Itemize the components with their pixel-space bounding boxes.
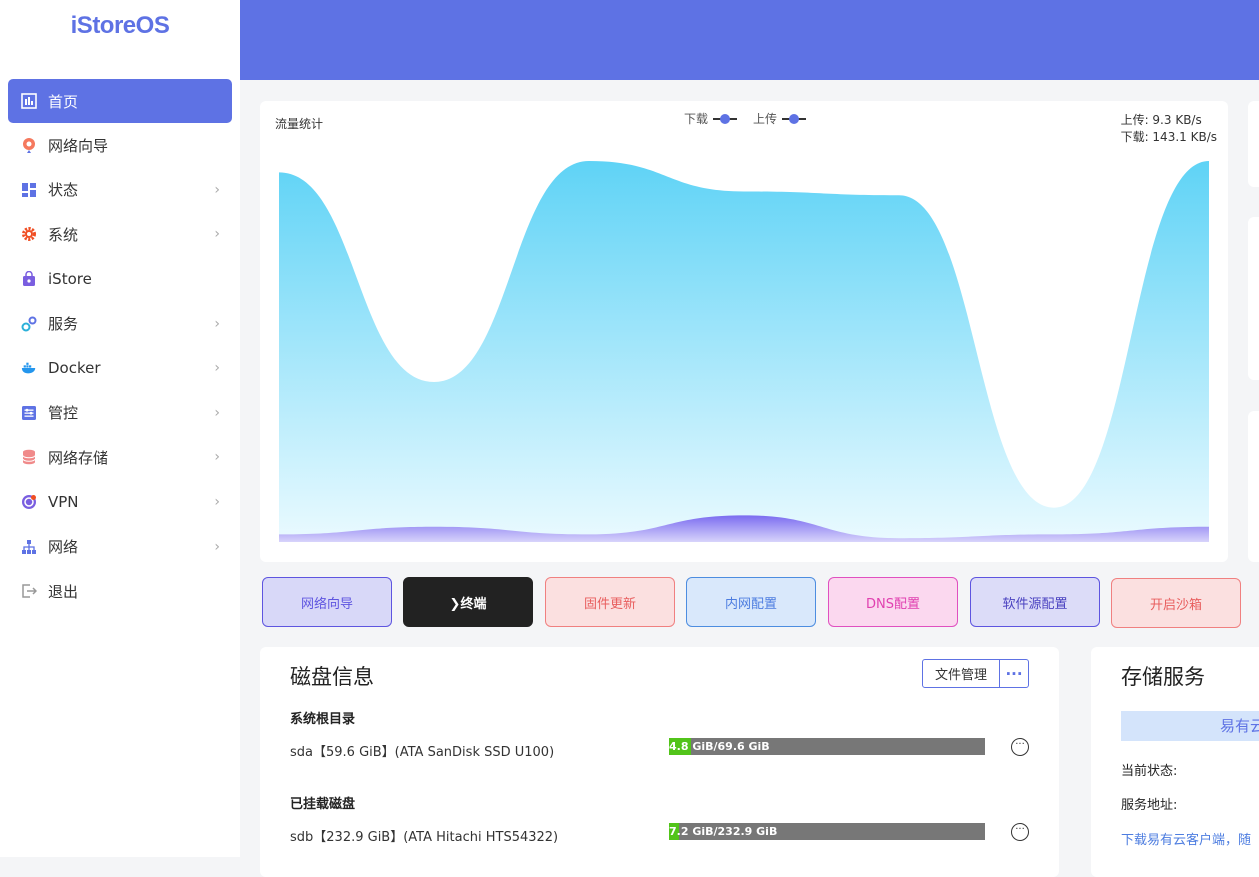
storage-title: 存储服务 [1121,665,1205,689]
services-icon [21,316,37,332]
logout-icon [21,583,37,599]
side-card-3 [1248,411,1259,562]
quick-action-button[interactable]: 网络向导 [262,577,392,627]
storage-db-icon [21,449,37,465]
chevron-right-icon: › [214,538,220,555]
download-area [279,161,1209,542]
traffic-chart [279,161,1209,542]
dashboard-icon [21,93,37,109]
chevron-right-icon: › [214,494,220,511]
sidebar-nav: 首页网络向导状态 › 系统 › iStore 服务 › Docker › 管控 › 网络存储 › VPN ›… [8,79,232,614]
sidebar-item[interactable]: 管控 › [8,391,232,436]
status-grid-icon [21,182,37,198]
vpn-icon [21,494,37,510]
sidebar-item[interactable]: 状态 › [8,168,232,213]
disk-usage-bar: 7.2 GiB/232.9 GiB [669,823,985,840]
disk-row-menu-button[interactable]: ··· [1011,738,1029,756]
sidebar-item-label: 退出 [48,582,79,601]
quick-action-button[interactable]: DNS配置 [828,577,958,627]
sidebar-item-label: 状态 [48,181,79,200]
quick-action-button[interactable]: 固件更新 [545,577,675,627]
sidebar-item-label: 网络向导 [48,136,109,155]
network-tree-icon [21,539,37,555]
storage-service-banner[interactable]: 易有云 [1121,711,1259,741]
quick-action-button[interactable]: 软件源配置 [970,577,1100,627]
sidebar: iStoreOS 首页网络向导状态 › 系统 › iStore 服务 › Docker › 管控 ›… [0,0,240,857]
chevron-right-icon: › [214,226,220,243]
disk-row-name: sda【59.6 GiB】(ATA SanDisk SSD U100) [290,745,555,760]
sidebar-item-label: 服务 [48,315,79,334]
traffic-card: 流量统计 下载 上传 上传: 9.3 KB/s 下载: 143.1 KB/s [260,101,1228,562]
gear-icon [21,226,37,242]
chevron-right-icon: › [214,360,220,377]
disk-card: 磁盘信息 文件管理 ··· 系统根目录 sda【59.6 GiB】(ATA Sa… [260,647,1059,877]
chevron-right-icon: › [214,449,220,466]
disk-usage-bar: 4.8 GiB/69.6 GiB [669,738,985,755]
quick-action-button[interactable]: ❯终端 [403,577,533,627]
sidebar-item-label: 管控 [48,404,79,423]
sidebar-item-label: 系统 [48,225,79,244]
quick-action-button[interactable]: 内网配置 [686,577,816,627]
sidebar-item[interactable]: 服务 › [8,301,232,346]
traffic-rates: 上传: 9.3 KB/s 下载: 143.1 KB/s [1121,112,1217,146]
legend-download-label[interactable]: 下载 [684,110,708,127]
upload-rate: 上传: 9.3 KB/s [1120,113,1202,127]
disk-usage-text: 4.8 GiB/69.6 GiB [669,740,770,753]
chevron-right-icon: › [214,315,220,332]
sidebar-item-label: Docker [48,359,101,378]
docker-icon [21,360,37,376]
storage-address-label: 服务地址: [1121,798,1178,813]
network-guide-icon [21,137,37,154]
disk-row-name: sdb【232.9 GiB】(ATA Hitachi HTS54322) [290,830,559,845]
sidebar-item[interactable]: Docker › [8,346,232,391]
sidebar-item[interactable]: VPN › [8,480,232,525]
file-manager-button[interactable]: 文件管理 [922,659,1000,688]
app-logo[interactable]: iStoreOS [0,12,240,40]
sidebar-item-label: iStore [48,270,92,289]
side-card-1 [1248,101,1259,187]
legend-upload-marker[interactable] [782,113,807,124]
chevron-right-icon: › [214,181,220,198]
storage-status-label: 当前状态: [1121,764,1178,779]
sidebar-item[interactable]: iStore [8,257,232,302]
legend-download-marker[interactable] [713,113,738,124]
chevron-right-icon: › [214,404,220,421]
sidebar-item[interactable]: 系统 › [8,212,232,257]
more-button[interactable]: ··· [999,659,1029,688]
sidebar-item[interactable]: 网络 › [8,524,232,569]
quick-action-button[interactable]: 开启沙箱 [1111,578,1241,628]
disk-row-menu-button[interactable]: ··· [1011,823,1029,841]
mounted-section-label: 已挂载磁盘 [290,797,356,812]
sidebar-item-label: VPN [48,493,79,512]
sidebar-item[interactable]: 退出 [8,569,232,614]
storage-card: 存储服务 易有云 当前状态: 服务地址: 下载易有云客户端，随 [1091,647,1259,877]
store-bag-icon [21,271,37,287]
disk-usage-text: 7.2 GiB/232.9 GiB [669,825,778,838]
chart-legend: 下载 上传 [684,110,822,127]
legend-upload-label[interactable]: 上传 [753,110,777,127]
sidebar-item[interactable]: 首页 [8,79,232,123]
download-rate: 下载: 143.1 KB/s [1120,130,1217,144]
sidebar-item[interactable]: 网络向导 [8,123,232,168]
root-section-label: 系统根目录 [290,712,356,727]
sidebar-item-label: 网络 [48,538,79,557]
disk-title: 磁盘信息 [290,665,374,689]
sidebar-item[interactable]: 网络存储 › [8,435,232,480]
traffic-title: 流量统计 [275,117,324,131]
sidebar-item-label: 网络存储 [48,448,109,467]
client-download-link[interactable]: 下载易有云客户端，随 [1121,829,1251,848]
side-card-2 [1248,217,1259,380]
sidebar-item-label: 首页 [48,92,79,111]
top-header [240,0,1259,80]
control-icon [21,405,37,421]
